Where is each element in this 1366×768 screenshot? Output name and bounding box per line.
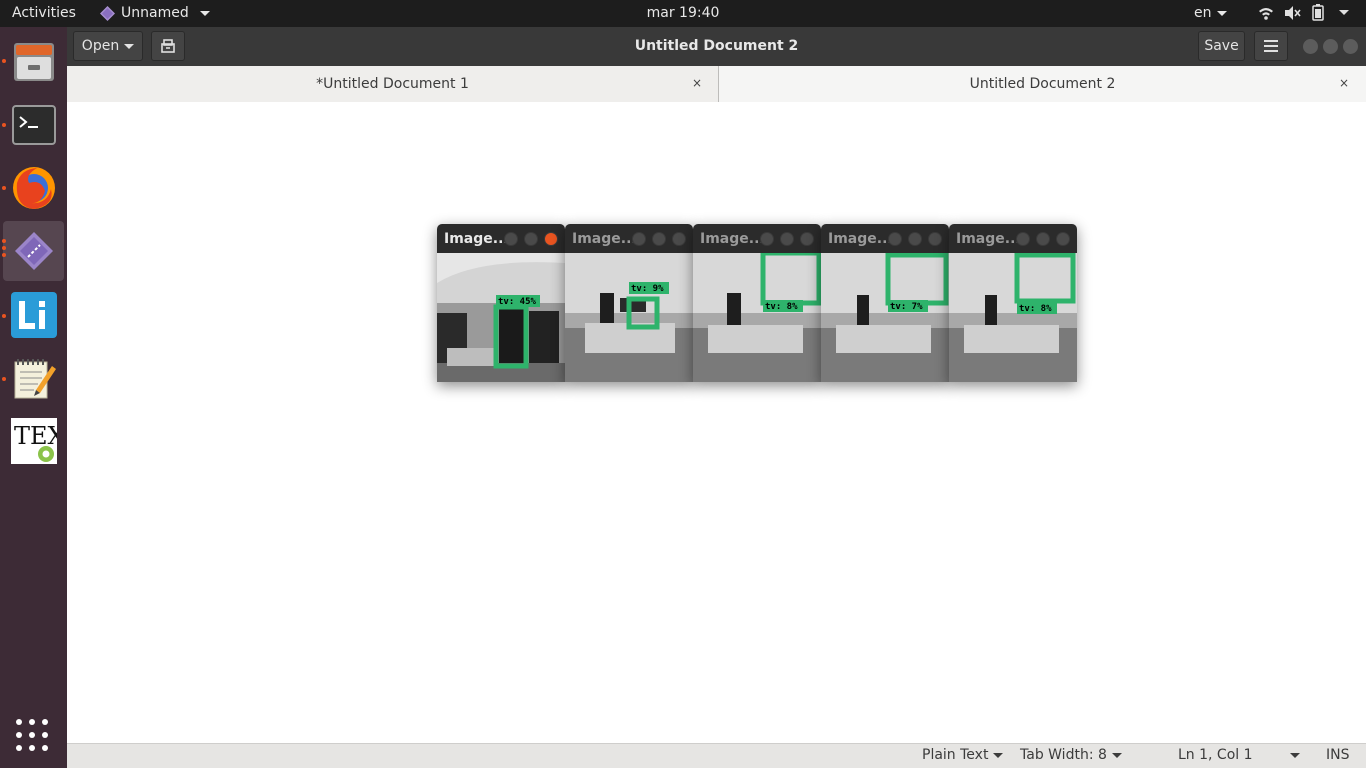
clock[interactable]: mar 19:40 [0,5,1366,21]
running-indicator [2,239,6,243]
status-bar: Plain Text Tab Width: 8 Ln 1, Col 1 INS [67,743,1366,768]
image-window-3[interactable]: Image... tv: 8% [693,224,821,382]
running-indicator [2,314,6,318]
language-selector[interactable]: en [1194,5,1227,21]
minimize-window-button[interactable] [760,232,774,246]
dock-item-files[interactable] [3,31,64,91]
dock-item-terminal[interactable] [3,95,64,155]
close-window-button[interactable] [544,232,558,246]
top-bar: Activities Unnamed mar 19:40 en [0,0,1366,27]
window-title: Untitled Document 2 [634,38,799,54]
close-window-button[interactable] [928,232,942,246]
chevron-down-icon [1290,752,1300,758]
firefox-icon [12,167,55,209]
close-window-button[interactable] [800,232,814,246]
volume-muted-icon [1285,5,1301,20]
running-indicator [2,253,6,257]
terminal-icon [11,105,56,145]
image-window-2[interactable]: Image... tv: 9% [565,224,693,382]
header-bar: Open Untitled Document 2 Save [67,27,1366,66]
notepad-pencil-icon [14,359,56,399]
detection-label: tv: 9% [631,284,664,294]
maximize-window-button[interactable] [524,232,538,246]
chevron-down-icon [1111,752,1122,758]
maximize-window-button[interactable] [908,232,922,246]
detection-label: tv: 45% [498,297,537,307]
chevron-down-icon [1339,10,1349,15]
image-window-title: Image... [700,231,765,247]
camera-frame-image: tv: 45% [437,253,565,382]
wifi-icon [1259,7,1273,20]
file-cabinet-icon [13,43,54,81]
running-indicator [2,123,6,127]
close-window-button[interactable] [672,232,686,246]
minimize-window-button[interactable] [504,232,518,246]
image-window-4[interactable]: Image... tv: 7% [821,224,949,382]
libreoffice-writer-icon [10,292,57,338]
text-editor-area[interactable] [67,102,1366,743]
tab-label: *Untitled Document 1 [316,76,469,92]
tab-close-button[interactable]: × [1336,75,1352,91]
detection-label: tv: 8% [1019,304,1052,314]
dock-item-texmaker[interactable]: TEX [3,411,64,471]
camera-frame-image: tv: 8% [693,253,821,382]
tab-untitled-document-1[interactable]: *Untitled Document 1 × [67,66,719,102]
show-applications-button[interactable] [16,719,50,753]
dock-item-gedit[interactable] [3,221,64,281]
image-window-1[interactable]: Image... tv: 45% [437,224,565,382]
image-window-title: Image... [828,231,893,247]
image-window-title: Image... [572,231,637,247]
language-mode-selector[interactable]: Plain Text [922,747,1004,763]
image-window-title: Image... [956,231,1021,247]
maximize-window-button[interactable] [1323,39,1338,54]
cursor-position: Ln 1, Col 1 [1178,747,1253,763]
system-tray[interactable] [1258,4,1349,21]
gedit-diamond-icon [14,232,53,270]
insert-mode-indicator[interactable]: INS [1326,747,1350,763]
hamburger-icon [1264,40,1278,52]
running-indicator [2,59,6,63]
running-indicator [2,186,6,190]
tab-bar: *Untitled Document 1 × Untitled Document… [67,66,1366,102]
chevron-down-icon [1216,10,1227,16]
image-window-5[interactable]: Image... tv: 8% [949,224,1077,382]
minimize-window-button[interactable] [888,232,902,246]
dock: TEX [0,27,67,768]
tab-width-label: Tab Width: 8 [1020,747,1107,763]
detection-label: tv: 8% [765,302,798,312]
running-indicator [2,377,6,381]
running-indicator [2,246,6,250]
language-label: en [1194,5,1212,21]
camera-frame-image: tv: 9% [565,253,693,382]
tab-close-button[interactable]: × [689,75,705,91]
maximize-window-button[interactable] [780,232,794,246]
language-mode-label: Plain Text [922,747,989,763]
minimize-window-button[interactable] [632,232,646,246]
minimize-window-button[interactable] [1016,232,1030,246]
minimize-window-button[interactable] [1303,39,1318,54]
tab-untitled-document-2[interactable]: Untitled Document 2 × [719,66,1366,102]
svg-text:TEX: TEX [14,422,57,450]
hamburger-menu-button[interactable] [1254,31,1288,61]
chevron-down-icon [993,752,1004,758]
close-window-button[interactable] [1343,39,1358,54]
camera-frame-image: tv: 7% [821,253,949,382]
maximize-window-button[interactable] [652,232,666,246]
camera-frame-image: tv: 8% [949,253,1077,382]
tab-label: Untitled Document 2 [969,76,1116,92]
dock-item-firefox[interactable] [3,158,64,218]
close-window-button[interactable] [1056,232,1070,246]
dock-item-text-editor[interactable] [3,348,64,408]
goto-line-dropdown[interactable] [1285,747,1300,763]
save-button[interactable]: Save [1198,31,1245,61]
dock-item-libreoffice-writer[interactable] [3,285,64,345]
maximize-window-button[interactable] [1036,232,1050,246]
tab-width-selector[interactable]: Tab Width: 8 [1020,747,1122,763]
texmaker-icon: TEX [10,418,57,464]
battery-icon [1312,4,1324,21]
detection-label: tv: 7% [890,302,923,312]
image-window-title: Image... [444,231,509,247]
